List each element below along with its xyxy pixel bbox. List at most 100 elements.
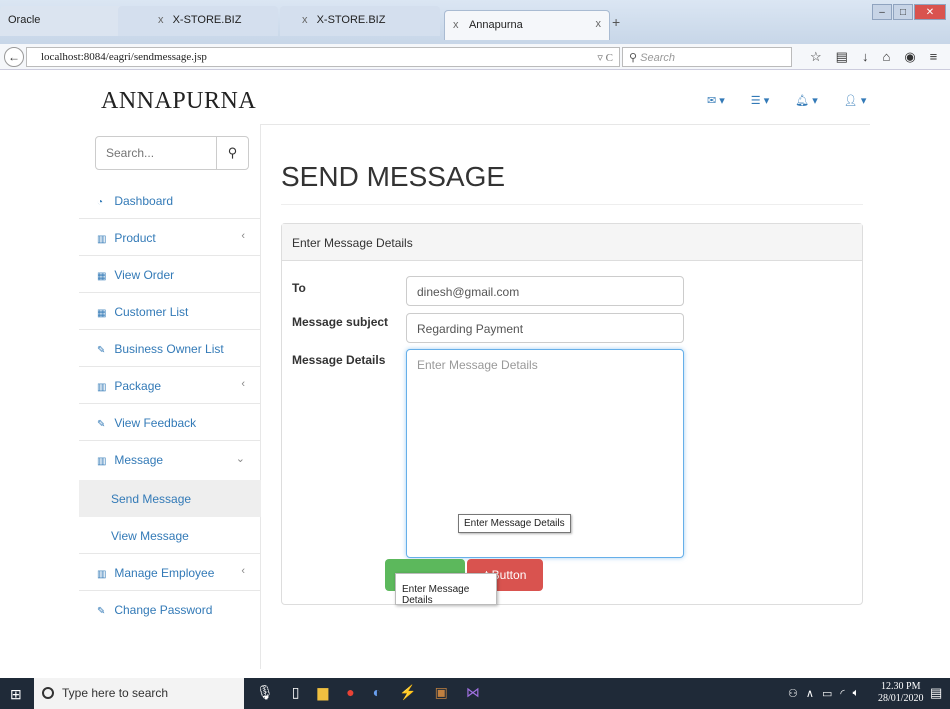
sidebar-subitem-view-message[interactable]: View Message — [79, 517, 261, 554]
sidebar-subitem-label: View Message — [111, 529, 189, 543]
sidebar-item-dashboard[interactable]: ◔ Dashboard — [79, 182, 261, 219]
pocket-icon[interactable]: ◉ — [904, 49, 915, 65]
user-dropdown-icon[interactable]: 👤︎ ▾ — [844, 94, 867, 107]
sidebar-item-label: View Feedback — [114, 416, 197, 430]
tab-xstore-1[interactable]: x X-STORE.BIZ — [118, 6, 278, 36]
tab-label: Oracle — [8, 14, 41, 26]
sidebar-item-package[interactable]: ▥ Package ‹ — [79, 367, 261, 404]
bar-chart-icon: ▥ — [97, 456, 107, 467]
chevron-left-icon: ‹ — [241, 565, 245, 577]
tab-label: X-STORE.BIZ — [172, 14, 242, 26]
chrome-icon[interactable]: ● — [346, 684, 354, 701]
sidebar-search: ⚲ — [95, 136, 249, 170]
bookmark-star-icon[interactable]: ☆ — [810, 49, 822, 65]
back-arrow-icon[interactable]: ← — [4, 47, 24, 67]
visual-studio-icon[interactable]: ⋈ — [466, 684, 480, 701]
title-divider — [281, 204, 863, 205]
url-text: localhost:8084/eagri/sendmessage.jsp — [41, 51, 207, 63]
task-view-icon[interactable]: ▯ — [292, 684, 300, 701]
subject-field[interactable]: Regarding Payment — [406, 313, 684, 343]
chevron-up-icon[interactable]: ∧ — [806, 687, 814, 700]
dashboard-icon: ◔ — [97, 197, 104, 208]
reload-icon[interactable]: ▿ C — [597, 51, 613, 64]
home-icon[interactable]: ⌂ — [882, 49, 890, 65]
address-bar[interactable]: localhost:8084/eagri/sendmessage.jsp ▿ C — [26, 47, 620, 67]
people-icon[interactable]: ⚇ — [788, 687, 798, 700]
table-icon: ▦ — [97, 271, 107, 282]
to-label: To — [292, 281, 306, 295]
chevron-left-icon: ‹ — [241, 378, 245, 390]
alerts-bell-icon[interactable]: 🔔︎ ▾ — [795, 94, 818, 107]
sidebar-item-label: Customer List — [114, 305, 189, 319]
tasks-dropdown-icon[interactable]: ☰ ▾ — [751, 94, 769, 107]
tab-close-icon[interactable]: x — [596, 18, 602, 30]
app-icon[interactable]: ▣ — [435, 684, 448, 701]
tab-close-icon[interactable]: x — [302, 14, 308, 26]
search-icon: ⚲ — [629, 52, 641, 64]
download-icon[interactable]: ↓ — [862, 49, 869, 65]
sidebar-item-customer-list[interactable]: ▦ Customer List — [79, 293, 261, 330]
chevron-left-icon: ‹ — [241, 230, 245, 242]
app-brand[interactable]: ANNAPURNA — [101, 88, 256, 115]
browser-search-input[interactable]: ⚲ Search — [622, 47, 792, 67]
close-window-icon[interactable]: ✕ — [914, 4, 946, 20]
minimize-icon[interactable]: – — [872, 4, 892, 20]
windows-start-icon[interactable]: ⊞ — [10, 686, 22, 703]
sidebar-subitem-label: Send Message — [111, 492, 192, 506]
sidebar-item-view-feedback[interactable]: ✎ View Feedback — [79, 404, 261, 441]
menu-icon[interactable]: ≡ — [930, 49, 938, 65]
browser-navigation-bar: ← localhost:8084/eagri/sendmessage.jsp ▿… — [0, 44, 950, 70]
taskbar-app-icons: 🎙︎ ▯ ▆ ● ◐ ⚡ ▣ ⋈ — [256, 684, 480, 701]
volume-icon[interactable]: 🔈︎ — [853, 687, 860, 700]
file-explorer-icon[interactable]: ▆ — [318, 684, 329, 701]
tab-xstore-2[interactable]: x X-STORE.BIZ — [280, 6, 440, 36]
sidebar-item-label: Message — [114, 453, 164, 467]
sidebar-item-message[interactable]: ▥ Message ⌄ — [79, 441, 261, 478]
reading-list-icon[interactable]: ▤ — [836, 49, 848, 65]
browser-tab-strip: Oracle x X-STORE.BIZ x X-STORE.BIZ x Ann… — [0, 0, 950, 44]
sidebar-search-input[interactable] — [96, 137, 216, 169]
taskbar-clock[interactable]: 12.30 PM 28/01/2020 — [878, 681, 924, 705]
microphone-icon[interactable]: 🎙︎ — [256, 684, 274, 701]
sidebar-item-label: Change Password — [114, 603, 213, 617]
search-icon[interactable]: ⚲ — [216, 137, 248, 169]
details-tooltip: Enter Message Details — [458, 514, 571, 533]
browser-toolbar-icons: ☆ ▤ ↓ ⌂ ◉ ≡ — [810, 49, 937, 65]
tab-annapurna[interactable]: x Annapurna x — [444, 10, 610, 40]
sidebar-item-business-owner-list[interactable]: ✎ Business Owner List — [79, 330, 261, 367]
tab-label: X-STORE.BIZ — [316, 14, 386, 26]
clock-time: 12.30 PM — [881, 681, 921, 692]
battery-icon[interactable]: ▭ — [822, 687, 832, 700]
maximize-icon[interactable]: □ — [893, 4, 913, 20]
messages-dropdown-icon[interactable]: ✉ ▾ — [707, 94, 725, 107]
app-icon[interactable]: ◐ — [373, 684, 381, 701]
details-label: Message Details — [292, 353, 386, 367]
winamp-icon[interactable]: ⚡ — [399, 684, 416, 701]
page-title: SEND MESSAGE — [281, 161, 506, 192]
wifi-icon[interactable]: ◜ — [840, 687, 844, 700]
tab-oracle[interactable]: Oracle — [0, 6, 128, 36]
cortana-icon — [42, 687, 54, 699]
panel-heading: Enter Message Details — [282, 224, 862, 261]
sidebar-item-change-password[interactable]: ✎ Change Password — [79, 591, 261, 628]
header-dropdowns: ✉ ▾ ☰ ▾ 🔔︎ ▾ 👤︎ ▾ — [707, 94, 866, 107]
message-form-panel: Enter Message Details To dinesh@gmail.co… — [281, 223, 863, 606]
sidebar-item-product[interactable]: ▥ Product ‹ — [79, 219, 261, 256]
sidebar-item-manage-employee[interactable]: ▥ Manage Employee ‹ — [79, 554, 261, 591]
new-tab-button[interactable]: + — [612, 14, 620, 30]
submit-tooltip: Enter Message Details — [395, 573, 497, 606]
to-field[interactable]: dinesh@gmail.com — [406, 276, 684, 306]
sidebar-subitem-send-message[interactable]: Send Message — [79, 480, 261, 517]
sidebar: ⚲ ◔ Dashboard ▥ Product ‹ ▦ View Order ▦… — [79, 124, 261, 669]
taskbar-search[interactable]: Type here to search — [34, 678, 244, 709]
tab-close-icon[interactable]: x — [158, 14, 164, 26]
clock-date: 28/01/2020 — [878, 693, 924, 704]
sidebar-item-label: Dashboard — [114, 194, 174, 208]
sidebar-item-view-order[interactable]: ▦ View Order — [79, 256, 261, 293]
system-tray: ⚇ ∧ ▭ ◜ 🔈︎ — [788, 687, 859, 700]
sidebar-item-label: Product — [114, 231, 156, 245]
tab-close-icon[interactable]: x — [453, 19, 459, 31]
bar-chart-icon: ▥ — [97, 382, 107, 393]
edit-icon: ✎ — [97, 419, 106, 430]
notification-icon[interactable]: ▤ — [930, 685, 942, 701]
